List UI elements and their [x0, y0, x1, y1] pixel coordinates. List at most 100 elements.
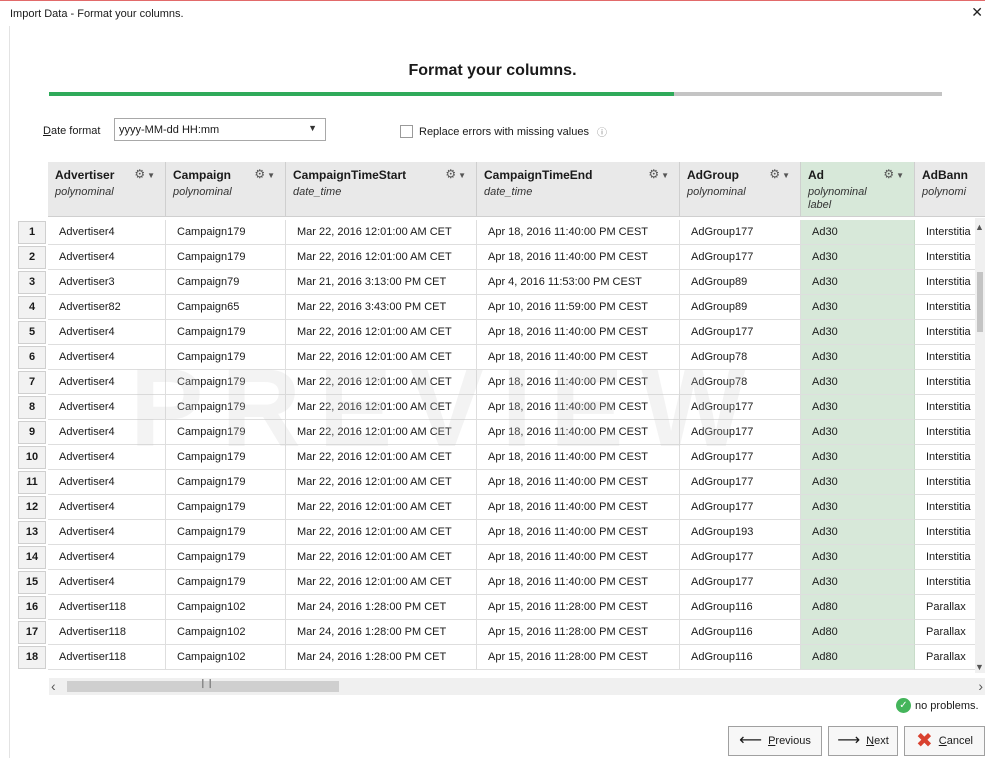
table-cell[interactable]: Mar 21, 2016 3:13:00 PM CET: [286, 270, 477, 295]
gear-icon[interactable]: ⚙ ▼: [883, 167, 904, 181]
table-cell[interactable]: Apr 18, 2016 11:40:00 PM CEST: [477, 445, 680, 470]
info-icon[interactable]: ⓘ: [597, 124, 607, 139]
table-cell[interactable]: Advertiser4: [48, 320, 166, 345]
table-cell[interactable]: Apr 18, 2016 11:40:00 PM CEST: [477, 395, 680, 420]
table-cell[interactable]: Apr 18, 2016 11:40:00 PM CEST: [477, 220, 680, 245]
table-cell[interactable]: Advertiser4: [48, 420, 166, 445]
table-cell[interactable]: AdGroup116: [680, 645, 801, 670]
table-cell[interactable]: Ad30: [801, 470, 915, 495]
table-cell[interactable]: Mar 22, 2016 12:01:00 AM CET: [286, 545, 477, 570]
table-cell[interactable]: Apr 18, 2016 11:40:00 PM CEST: [477, 495, 680, 520]
table-cell[interactable]: Ad80: [801, 620, 915, 645]
table-cell[interactable]: Ad30: [801, 420, 915, 445]
column-header[interactable]: CampaignTimeEnd date_time ⚙ ▼: [477, 162, 680, 217]
gear-icon[interactable]: ⚙ ▼: [254, 167, 275, 181]
column-header[interactable]: Advertiser polynominal ⚙ ▼: [48, 162, 166, 217]
table-cell[interactable]: Mar 22, 2016 12:01:00 AM CET: [286, 470, 477, 495]
table-cell[interactable]: Ad30: [801, 245, 915, 270]
table-cell[interactable]: Advertiser4: [48, 570, 166, 595]
table-cell[interactable]: Ad30: [801, 495, 915, 520]
table-cell[interactable]: Campaign179: [166, 570, 286, 595]
table-cell[interactable]: AdGroup116: [680, 620, 801, 645]
table-cell[interactable]: Ad30: [801, 395, 915, 420]
table-cell[interactable]: Mar 22, 2016 12:01:00 AM CET: [286, 420, 477, 445]
table-cell[interactable]: Mar 22, 2016 12:01:00 AM CET: [286, 220, 477, 245]
table-cell[interactable]: AdGroup177: [680, 445, 801, 470]
table-cell[interactable]: Mar 22, 2016 12:01:00 AM CET: [286, 320, 477, 345]
table-cell[interactable]: AdGroup89: [680, 295, 801, 320]
table-cell[interactable]: Advertiser4: [48, 495, 166, 520]
table-cell[interactable]: Campaign79: [166, 270, 286, 295]
table-cell[interactable]: Advertiser4: [48, 445, 166, 470]
scroll-up-icon[interactable]: ▲: [975, 222, 984, 232]
table-cell[interactable]: Ad30: [801, 370, 915, 395]
table-cell[interactable]: Mar 24, 2016 1:28:00 PM CET: [286, 645, 477, 670]
table-cell[interactable]: Ad30: [801, 445, 915, 470]
table-cell[interactable]: Ad80: [801, 595, 915, 620]
replace-errors-option[interactable]: Replace errors with missing values ⓘ: [400, 124, 607, 139]
column-header[interactable]: AdGroup polynominal ⚙ ▼: [680, 162, 801, 217]
table-cell[interactable]: Campaign179: [166, 495, 286, 520]
horizontal-scrollbar[interactable]: ‹ ❙❙ ›: [49, 678, 985, 695]
table-cell[interactable]: Ad30: [801, 320, 915, 345]
table-cell[interactable]: Ad30: [801, 270, 915, 295]
table-cell[interactable]: Advertiser4: [48, 520, 166, 545]
table-cell[interactable]: Apr 18, 2016 11:40:00 PM CEST: [477, 245, 680, 270]
table-cell[interactable]: Apr 15, 2016 11:28:00 PM CEST: [477, 595, 680, 620]
column-header[interactable]: Campaign polynominal ⚙ ▼: [166, 162, 286, 217]
table-cell[interactable]: Mar 22, 2016 12:01:00 AM CET: [286, 345, 477, 370]
table-cell[interactable]: Apr 18, 2016 11:40:00 PM CEST: [477, 320, 680, 345]
table-cell[interactable]: Ad30: [801, 570, 915, 595]
table-cell[interactable]: AdGroup177: [680, 320, 801, 345]
table-cell[interactable]: AdGroup78: [680, 370, 801, 395]
date-format-select[interactable]: yyyy-MM-dd HH:mm ▼: [114, 118, 326, 141]
scroll-right-icon[interactable]: ›: [978, 678, 983, 694]
table-cell[interactable]: Campaign102: [166, 620, 286, 645]
table-cell[interactable]: AdGroup177: [680, 395, 801, 420]
table-cell[interactable]: Mar 22, 2016 12:01:00 AM CET: [286, 445, 477, 470]
table-cell[interactable]: Advertiser3: [48, 270, 166, 295]
table-cell[interactable]: Ad30: [801, 295, 915, 320]
table-cell[interactable]: AdGroup89: [680, 270, 801, 295]
column-header[interactable]: CampaignTimeStart date_time ⚙ ▼: [286, 162, 477, 217]
table-cell[interactable]: Apr 18, 2016 11:40:00 PM CEST: [477, 520, 680, 545]
chevron-down-icon[interactable]: ▼: [267, 171, 275, 180]
scroll-down-icon[interactable]: ▼: [975, 662, 984, 672]
table-cell[interactable]: Apr 18, 2016 11:40:00 PM CEST: [477, 545, 680, 570]
table-cell[interactable]: Ad80: [801, 645, 915, 670]
table-cell[interactable]: Mar 22, 2016 12:01:00 AM CET: [286, 370, 477, 395]
table-cell[interactable]: AdGroup177: [680, 570, 801, 595]
table-cell[interactable]: Apr 18, 2016 11:40:00 PM CEST: [477, 470, 680, 495]
table-cell[interactable]: Apr 4, 2016 11:53:00 PM CEST: [477, 270, 680, 295]
table-cell[interactable]: Campaign179: [166, 345, 286, 370]
scroll-left-icon[interactable]: ‹: [51, 678, 56, 694]
table-cell[interactable]: Mar 22, 2016 12:01:00 AM CET: [286, 570, 477, 595]
table-cell[interactable]: AdGroup177: [680, 495, 801, 520]
table-cell[interactable]: Ad30: [801, 520, 915, 545]
gear-icon[interactable]: ⚙ ▼: [648, 167, 669, 181]
table-cell[interactable]: Advertiser118: [48, 620, 166, 645]
table-cell[interactable]: Campaign65: [166, 295, 286, 320]
table-cell[interactable]: Campaign179: [166, 320, 286, 345]
table-cell[interactable]: Ad30: [801, 345, 915, 370]
chevron-down-icon[interactable]: ▼: [308, 123, 317, 133]
table-cell[interactable]: Campaign179: [166, 220, 286, 245]
table-cell[interactable]: Mar 22, 2016 12:01:00 AM CET: [286, 395, 477, 420]
vertical-scroll-thumb[interactable]: [977, 272, 983, 332]
replace-errors-checkbox[interactable]: [400, 125, 413, 138]
table-cell[interactable]: Apr 18, 2016 11:40:00 PM CEST: [477, 570, 680, 595]
table-cell[interactable]: Advertiser118: [48, 595, 166, 620]
gear-icon[interactable]: ⚙ ▼: [134, 167, 155, 181]
table-cell[interactable]: Apr 15, 2016 11:28:00 PM CEST: [477, 620, 680, 645]
table-cell[interactable]: Campaign179: [166, 420, 286, 445]
chevron-down-icon[interactable]: ▼: [147, 171, 155, 180]
table-cell[interactable]: Apr 15, 2016 11:28:00 PM CEST: [477, 645, 680, 670]
gear-icon[interactable]: ⚙ ▼: [445, 167, 466, 181]
table-cell[interactable]: AdGroup193: [680, 520, 801, 545]
table-cell[interactable]: Advertiser4: [48, 220, 166, 245]
table-cell[interactable]: Advertiser4: [48, 245, 166, 270]
chevron-down-icon[interactable]: ▼: [661, 171, 669, 180]
chevron-down-icon[interactable]: ▼: [896, 171, 904, 180]
table-cell[interactable]: AdGroup177: [680, 245, 801, 270]
next-button[interactable]: ⟶ Next: [828, 726, 898, 756]
